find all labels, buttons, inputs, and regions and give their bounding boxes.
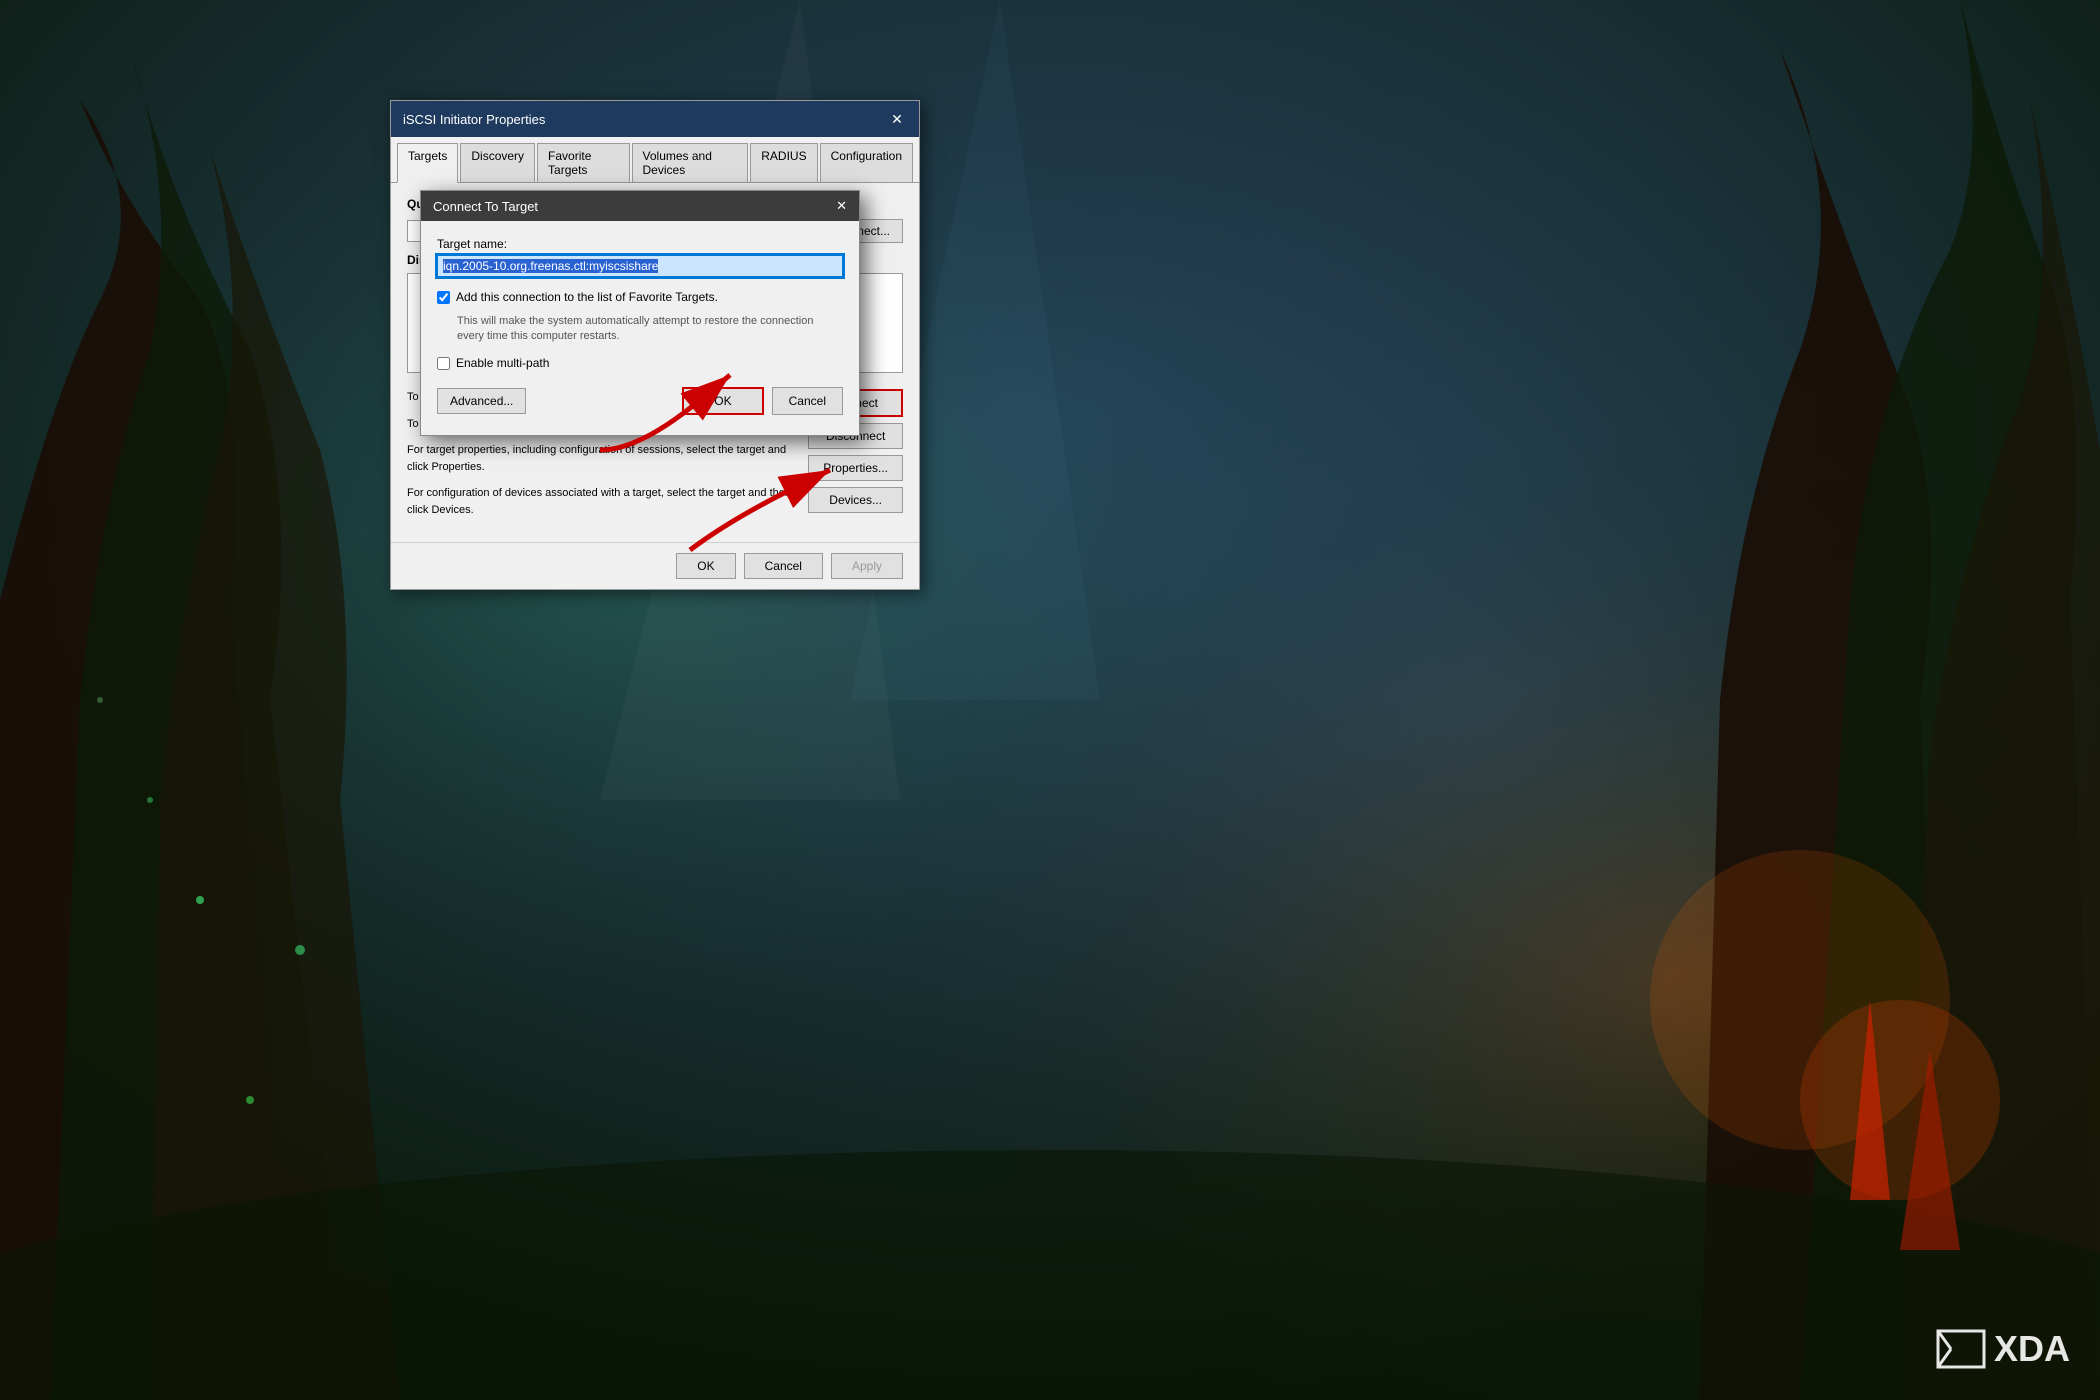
target-name-label: Target name: [437, 237, 843, 251]
ok-button[interactable]: OK [682, 387, 763, 415]
iscsi-dialog-titlebar: iSCSI Initiator Properties ✕ [391, 101, 919, 137]
info-text-properties: For target properties, including configu… [407, 442, 798, 475]
favorite-targets-checkbox[interactable] [437, 291, 450, 304]
devices-button[interactable]: Devices... [808, 487, 903, 513]
iscsi-dialog-footer: OK Cancel Apply [391, 542, 919, 589]
iscsi-ok-button[interactable]: OK [676, 553, 735, 579]
connect-dialog-footer: Advanced... OK Cancel [437, 379, 843, 419]
iscsi-dialog-title: iSCSI Initiator Properties [403, 112, 545, 127]
xda-logo-icon [1936, 1329, 1986, 1369]
multipath-checkbox[interactable] [437, 357, 450, 370]
iscsi-apply-button[interactable]: Apply [831, 553, 903, 579]
multipath-checkbox-row: Enable multi-path [437, 355, 843, 372]
tab-configuration[interactable]: Configuration [820, 143, 913, 182]
connect-to-target-dialog: Connect To Target ✕ Target name: Add thi… [420, 190, 860, 436]
properties-button[interactable]: Properties... [808, 455, 903, 481]
tab-radius[interactable]: RADIUS [750, 143, 817, 182]
favorite-targets-subtext: This will make the system automatically … [457, 314, 843, 345]
tab-volumes-devices[interactable]: Volumes and Devices [632, 143, 749, 182]
info-text-devices-label: For configuration of devices associated … [407, 487, 791, 516]
tab-discovery[interactable]: Discovery [460, 143, 535, 182]
xda-label: XDA [1994, 1328, 2070, 1370]
favorite-targets-checkbox-row: Add this connection to the list of Favor… [437, 289, 843, 306]
connect-dialog-content: Target name: Add this connection to the … [421, 221, 859, 435]
iscsi-cancel-button[interactable]: Cancel [744, 553, 823, 579]
info-text-devices: For configuration of devices associated … [407, 485, 798, 518]
target-name-input[interactable] [437, 255, 843, 277]
iscsi-close-button[interactable]: ✕ [887, 109, 907, 129]
advanced-button[interactable]: Advanced... [437, 388, 526, 414]
connect-dialog-title: Connect To Target [433, 199, 538, 214]
multipath-label: Enable multi-path [456, 355, 549, 372]
xda-watermark: XDA [1936, 1328, 2070, 1370]
tab-favorite-targets[interactable]: Favorite Targets [537, 143, 629, 182]
iscsi-tabs: Targets Discovery Favorite Targets Volum… [391, 137, 919, 183]
connect-dialog-titlebar: Connect To Target ✕ [421, 191, 859, 221]
cancel-button[interactable]: Cancel [772, 387, 843, 415]
connect-dialog-close[interactable]: ✕ [836, 198, 847, 214]
tab-targets[interactable]: Targets [397, 143, 458, 183]
favorite-targets-label: Add this connection to the list of Favor… [456, 289, 718, 306]
info-text-properties-label: For target properties, including configu… [407, 444, 786, 473]
background [0, 0, 2100, 1400]
